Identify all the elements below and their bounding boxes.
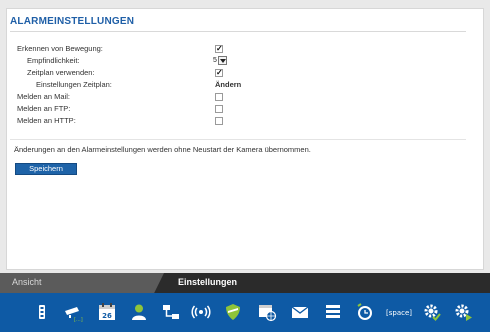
use-schedule-checkbox[interactable]: ✓ bbox=[215, 69, 223, 77]
alarm-clock-icon[interactable] bbox=[354, 301, 376, 323]
tab-view-label[interactable]: Ansicht bbox=[12, 277, 42, 287]
gear-play-icon[interactable] bbox=[452, 301, 474, 323]
mail-icon[interactable] bbox=[289, 301, 311, 323]
change-schedule-link[interactable]: Ändern bbox=[215, 79, 241, 91]
wireless-icon[interactable] bbox=[190, 301, 212, 323]
device-info-icon[interactable] bbox=[31, 301, 53, 323]
space-key-icon[interactable]: [space] bbox=[384, 301, 414, 323]
page-title: ALARMEINSTELLUNGEN bbox=[10, 16, 135, 27]
calendar-icon[interactable]: 26 bbox=[96, 301, 118, 323]
tab-bar: Ansicht Einstellungen bbox=[0, 273, 490, 293]
gear-check-icon[interactable] bbox=[421, 301, 443, 323]
report-http-checkbox[interactable] bbox=[215, 117, 223, 125]
motion-detection-checkbox[interactable]: ✓ bbox=[215, 45, 223, 53]
calendar-day: 26 bbox=[102, 312, 112, 320]
report-ftp-label: Melden an FTP: bbox=[17, 104, 71, 113]
browser-globe-icon[interactable] bbox=[256, 301, 278, 323]
app-frame: ALARMEINSTELLUNGEN Erkennen von Bewegung… bbox=[0, 0, 490, 332]
sensitivity-value: 5 bbox=[213, 57, 217, 64]
network-icon[interactable] bbox=[160, 301, 182, 323]
camera-network-icon[interactable]: [...] bbox=[62, 301, 84, 323]
settings-toolbar: [...] 26 [space] bbox=[0, 293, 490, 332]
section-divider bbox=[10, 139, 466, 140]
tab-settings-label[interactable]: Einstellungen bbox=[178, 277, 237, 287]
chevron-down-icon[interactable] bbox=[217, 56, 227, 65]
user-icon[interactable] bbox=[128, 301, 150, 323]
schedule-settings-label: Einstellungen Zeitplan: bbox=[36, 80, 112, 89]
report-mail-checkbox[interactable] bbox=[215, 93, 223, 101]
save-button[interactable]: Speichern bbox=[15, 163, 77, 175]
space-key-label: [space] bbox=[386, 309, 412, 317]
motion-detection-label: Erkennen von Bewegung: bbox=[17, 44, 103, 53]
use-schedule-label: Zeitplan verwenden: bbox=[27, 68, 95, 77]
report-http-label: Melden an HTTP: bbox=[17, 116, 76, 125]
title-divider bbox=[10, 31, 466, 32]
shield-icon[interactable] bbox=[222, 301, 244, 323]
settings-note: Änderungen an den Alarmeinstellungen wer… bbox=[14, 145, 311, 154]
report-ftp-checkbox[interactable] bbox=[215, 105, 223, 113]
report-mail-label: Melden an Mail: bbox=[17, 92, 70, 101]
sensitivity-label: Empfindlichkeit: bbox=[27, 56, 80, 65]
svg-text:[...]: [...] bbox=[74, 317, 83, 322]
sensitivity-select[interactable]: 5 bbox=[213, 56, 227, 65]
storage-list-icon[interactable] bbox=[322, 301, 344, 323]
